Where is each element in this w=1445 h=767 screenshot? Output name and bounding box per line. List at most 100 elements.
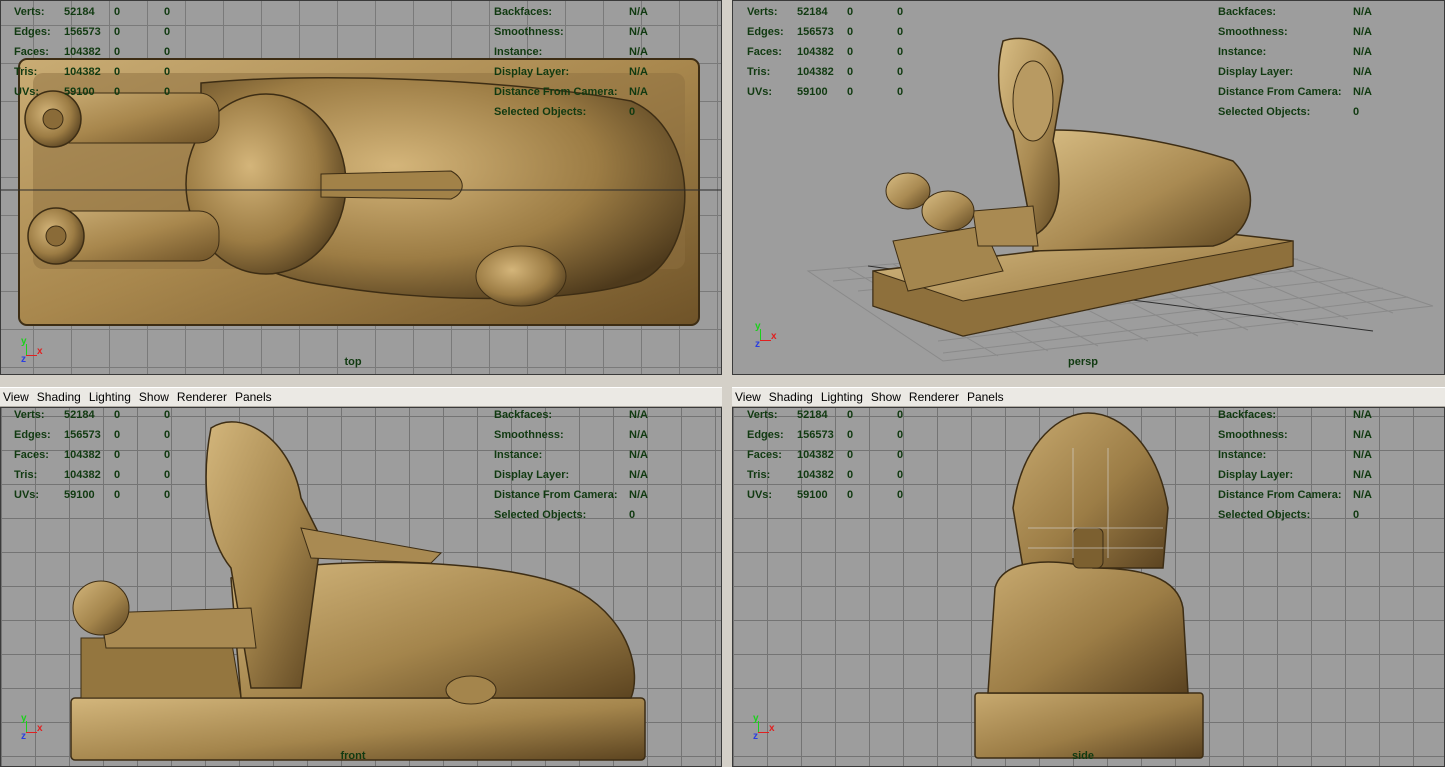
hud-value: N/A [629,489,648,501]
hud-value: 0 [847,469,854,481]
menu-shading[interactable]: Shading [765,390,817,404]
hud-label: Verts: [14,6,45,18]
hud-value: 0 [1353,509,1360,521]
hud-value: 0 [629,106,636,118]
viewport-side[interactable]: Verts: 52184 0 0 Edges: 156573 0 0 Faces: 10438… [732,407,1445,767]
hud-value: N/A [629,26,648,38]
hud-value: N/A [1353,489,1372,501]
camera-name-label: persp [1068,356,1098,368]
hud-value: N/A [629,449,648,461]
hud-value: 0 [897,46,904,58]
hud-label: Instance: [1218,449,1267,461]
menu-lighting[interactable]: Lighting [817,390,867,404]
menu-show[interactable]: Show [867,390,905,404]
hud-label: Tris: [14,66,38,78]
hud-value: N/A [1353,409,1372,421]
axis-z-label: z [21,731,26,742]
hud-label: Verts: [747,6,778,18]
axis-z-label: z [753,731,758,742]
hud-poly-count: Verts: 52184 0 0 Edges: 156573 0 0 Faces: 10438… [747,408,947,508]
hud-object-details: Backfaces: N/A Smoothness: N/A Instance: N/… [1218,5,1438,125]
viewport-persp[interactable]: Verts: 52184 0 0 Edges: 156573 0 0 Faces: 10438… [732,0,1445,375]
viewport-front[interactable]: Verts: 52184 0 0 Edges: 156573 0 0 Faces: 10438… [0,407,722,767]
hud-value: 104382 [64,469,101,481]
axis-x-label: x [37,346,43,357]
hud-value: N/A [629,66,648,78]
hud-label: Distance From Camera: [494,86,618,98]
axis-y-label: y [21,713,27,724]
menu-panels[interactable]: Panels [231,390,276,404]
hud-value: 0 [897,409,904,421]
hud-value: 0 [114,469,121,481]
axis-y-label: y [755,321,761,332]
menu-renderer[interactable]: Renderer [905,390,963,404]
hud-value: 0 [164,469,171,481]
hud-value: 0 [897,26,904,38]
hud-label: Display Layer: [1218,469,1294,481]
hud-label: Faces: [747,46,782,58]
hud-value: 0 [114,66,121,78]
hud-value: 0 [114,6,121,18]
panel-divider[interactable] [0,375,1445,387]
menu-shading[interactable]: Shading [33,390,85,404]
hud-label: Backfaces: [494,409,553,421]
hud-value: 156573 [64,26,101,38]
hud-value: 0 [847,46,854,58]
hud-value: 0 [847,86,854,98]
hud-label: Selected Objects: [494,106,587,118]
menu-lighting[interactable]: Lighting [85,390,135,404]
menu-view[interactable]: View [0,390,33,404]
menu-view[interactable]: View [732,390,765,404]
hud-value: 104382 [64,66,101,78]
axis-z-label: z [21,354,26,365]
hud-poly-count: Verts: 52184 0 0 Edges: 156573 0 0 Faces: 10438… [14,5,214,105]
menu-panels[interactable]: Panels [963,390,1008,404]
hud-value: 0 [1353,106,1360,118]
hud-label: Smoothness: [1218,429,1288,441]
panel-menubar-front: View Shading Lighting Show Renderer Pane… [0,387,722,407]
hud-value: 0 [847,26,854,38]
hud-poly-count: Verts: 52184 0 0 Edges: 156573 0 0 Faces: 10438… [14,408,214,508]
hud-label: UVs: [747,86,773,98]
hud-label: Edges: [14,26,51,38]
hud-value: 104382 [797,46,834,58]
menu-show[interactable]: Show [135,390,173,404]
hud-label: Tris: [747,66,771,78]
hud-value: 52184 [797,409,828,421]
hud-object-details: Backfaces: N/A Smoothness: N/A Instance: N/… [494,5,714,125]
axis-gizmo-icon: y x z [21,713,51,743]
hud-label: Distance From Camera: [1218,489,1342,501]
hud-label: Backfaces: [1218,6,1277,18]
hud-value: 156573 [797,26,834,38]
hud-value: 52184 [64,6,95,18]
axis-z-label: z [755,339,760,350]
viewport-top[interactable]: Verts: 52184 0 0 Edges: 156573 0 0 Faces: 10438… [0,0,722,375]
hud-value: N/A [1353,26,1372,38]
camera-name-label: front [340,750,366,762]
hud-value: 59100 [797,489,828,501]
hud-label: Verts: [747,409,778,421]
hud-object-details: Backfaces: N/A Smoothness: N/A Instance: N/… [1218,408,1438,528]
menu-renderer[interactable]: Renderer [173,390,231,404]
hud-value: 0 [847,409,854,421]
hud-label: UVs: [747,489,773,501]
axis-gizmo-icon: y x z [755,321,785,351]
hud-label: Instance: [494,46,543,58]
hud-poly-count: Verts: 52184 0 0 Edges: 156573 0 0 Faces: 10438… [747,5,947,105]
hud-object-details: Backfaces: N/A Smoothness: N/A Instance: N/… [494,408,714,528]
hud-value: 0 [847,66,854,78]
hud-value: N/A [629,409,648,421]
hud-value: N/A [629,6,648,18]
hud-value: 0 [897,429,904,441]
hud-value: 0 [847,6,854,18]
hud-value: 0 [164,6,171,18]
hud-label: Smoothness: [1218,26,1288,38]
hud-value: N/A [1353,6,1372,18]
hud-label: UVs: [14,489,40,501]
hud-value: N/A [1353,86,1372,98]
hud-value: 59100 [64,489,95,501]
hud-label: Tris: [747,469,771,481]
hud-value: 104382 [797,449,834,461]
camera-name-label: top [344,356,362,368]
hud-value: 0 [897,66,904,78]
